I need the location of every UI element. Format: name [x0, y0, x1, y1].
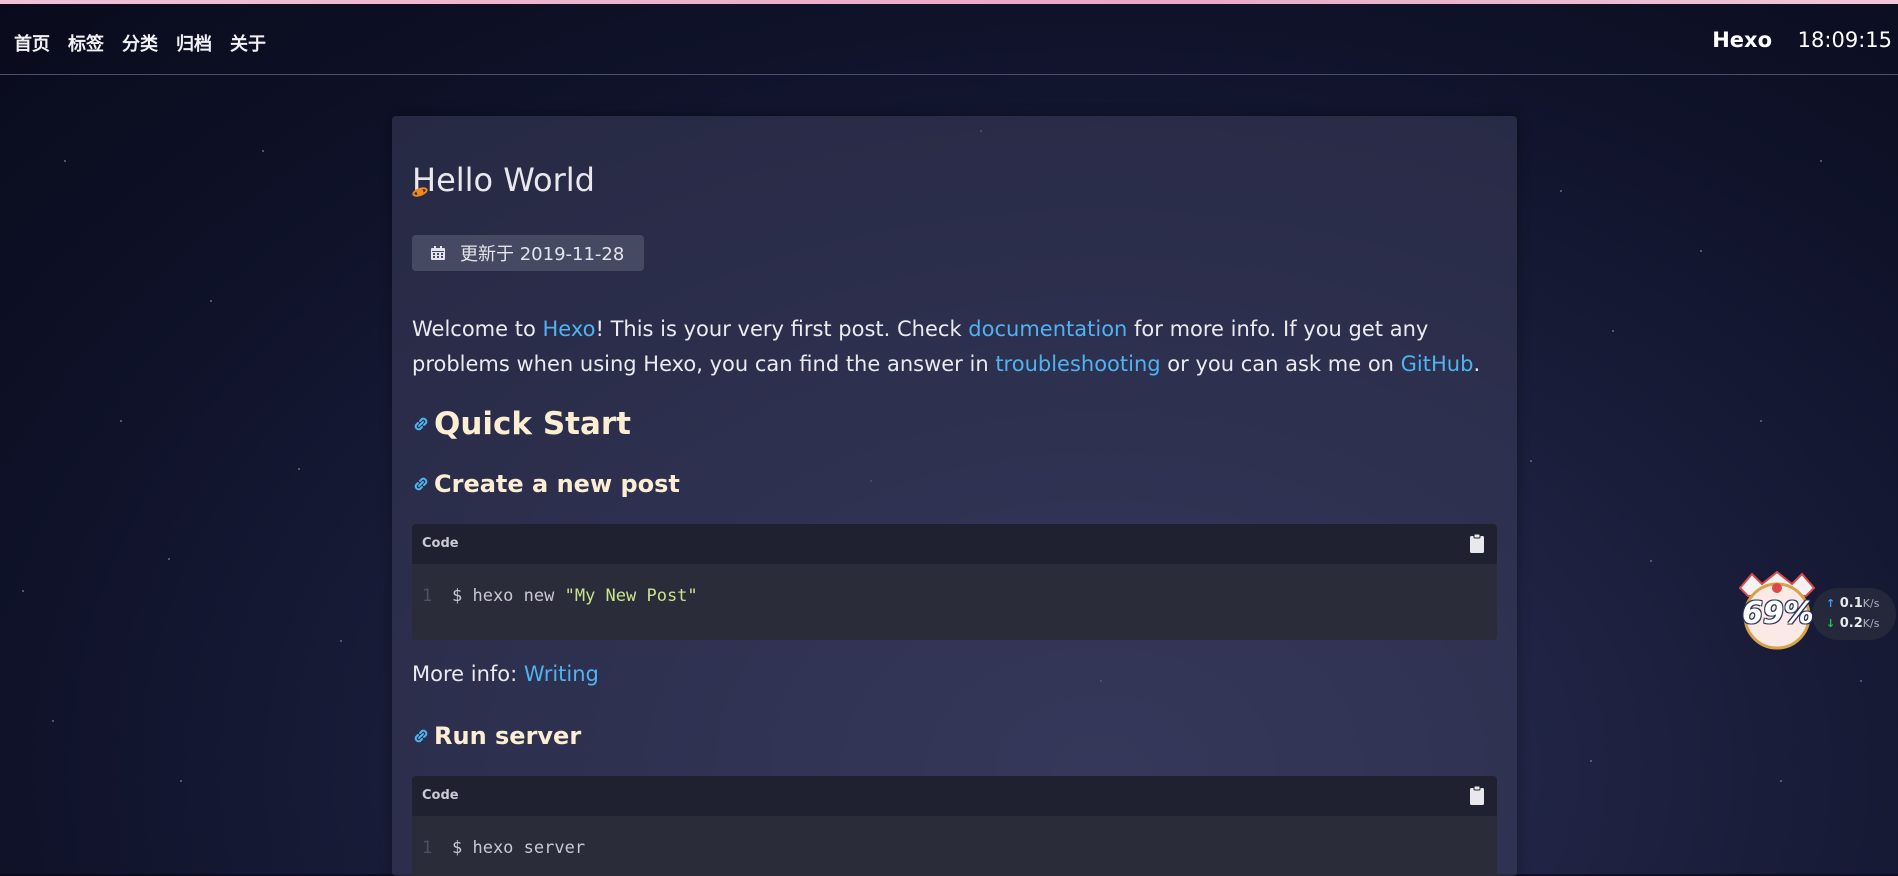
- code-line: $ hexo new "My New Post": [452, 586, 698, 606]
- upload-arrow-icon: ↑: [1826, 597, 1836, 610]
- post-card: Hello World 更新于 2019-11-28 Welcome to He…: [392, 116, 1517, 876]
- code-body: 1 $ hexo new "My New Post": [412, 564, 1497, 640]
- download-unit: K/s: [1862, 617, 1880, 630]
- writing-link[interactable]: Writing: [524, 662, 599, 686]
- net-speed-widget[interactable]: 69% ↑ 0.1K/s ↓ 0.2K/s: [1732, 570, 1896, 652]
- code-block-server: Code 1 $ hexo server: [412, 776, 1497, 876]
- download-speed: ↓ 0.2K/s: [1826, 616, 1879, 631]
- intro-text: Welcome to: [412, 317, 543, 341]
- heading-text: Create a new post: [434, 470, 680, 498]
- intro-text: or you can ask me on: [1160, 352, 1401, 376]
- nav-links: 首页 标签 分类 归档 关于: [14, 30, 266, 56]
- top-navbar: 首页 标签 分类 归档 关于 Hexo 18:09:15: [0, 4, 1898, 75]
- code-command: $ hexo new: [452, 586, 565, 606]
- documentation-link[interactable]: documentation: [968, 317, 1127, 341]
- code-body: 1 $ hexo server: [412, 816, 1497, 876]
- code-label: Code: [422, 788, 459, 803]
- heading-text: Run server: [434, 722, 582, 750]
- site-brand[interactable]: Hexo: [1712, 28, 1772, 52]
- heading-quick-start: Quick Start: [412, 406, 631, 442]
- upload-speed: ↑ 0.1K/s: [1826, 596, 1879, 611]
- code-header: Code: [412, 776, 1497, 816]
- nav-tags[interactable]: 标签: [68, 30, 104, 56]
- intro-text: ! This is your very first post. Check: [595, 317, 969, 341]
- updated-date-text: 更新于 2019-11-28: [460, 244, 625, 265]
- anchor-link-icon[interactable]: [412, 475, 430, 493]
- heading-create-post: Create a new post: [412, 470, 680, 498]
- heading-text: Quick Start: [434, 406, 632, 442]
- intro-text: .: [1473, 352, 1481, 376]
- hexo-link[interactable]: Hexo: [543, 317, 596, 341]
- speed-pill: ↑ 0.1K/s ↓ 0.2K/s: [1812, 588, 1896, 640]
- post-title: Hello World: [412, 161, 595, 200]
- anchor-link-icon[interactable]: [412, 727, 430, 745]
- anchor-link-icon[interactable]: [412, 415, 430, 433]
- download-value: 0.2: [1839, 616, 1863, 631]
- line-number: 1: [422, 838, 433, 858]
- upload-unit: K/s: [1862, 597, 1880, 610]
- nav-archives[interactable]: 归档: [176, 30, 212, 56]
- more-info-label: More info:: [412, 662, 524, 686]
- nav-clock: 18:09:15: [1797, 28, 1892, 52]
- calendar-icon: [431, 246, 445, 260]
- nav-about[interactable]: 关于: [230, 30, 266, 56]
- more-info: More info: Writing: [412, 662, 599, 686]
- nav-categories[interactable]: 分类: [122, 30, 158, 56]
- cpu-percent: 69%: [1742, 596, 1814, 631]
- heading-run-server: Run server: [412, 722, 581, 750]
- nav-home[interactable]: 首页: [14, 30, 50, 56]
- code-header: Code: [412, 524, 1497, 564]
- planet-icon: [412, 187, 428, 197]
- code-label: Code: [422, 536, 459, 551]
- intro-paragraph: Welcome to Hexo! This is your very first…: [412, 312, 1502, 382]
- download-arrow-icon: ↓: [1826, 617, 1836, 630]
- code-line: $ hexo server: [452, 838, 586, 858]
- clipboard-icon[interactable]: [1469, 532, 1485, 554]
- code-block-new-post: Code 1 $ hexo new "My New Post": [412, 524, 1497, 640]
- github-link[interactable]: GitHub: [1401, 352, 1474, 376]
- troubleshooting-link[interactable]: troubleshooting: [995, 352, 1160, 376]
- clipboard-icon[interactable]: [1469, 784, 1485, 806]
- code-string: "My New Post": [564, 586, 698, 606]
- line-number: 1: [422, 586, 433, 606]
- upload-value: 0.1: [1839, 596, 1863, 611]
- updated-date-badge: 更新于 2019-11-28: [412, 235, 645, 271]
